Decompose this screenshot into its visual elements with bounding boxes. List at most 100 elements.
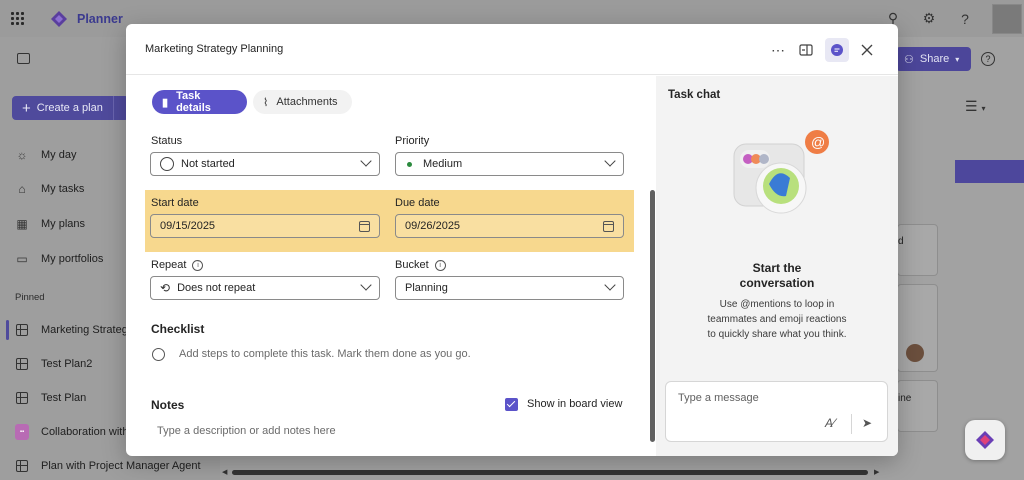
- pinned-plan-item[interactable]: Marketing Strategy: [15, 320, 133, 340]
- copilot-button[interactable]: [965, 420, 1005, 460]
- sidebar-item-my-day[interactable]: ☼ My day: [15, 145, 77, 165]
- show-in-board-label: Show in board view: [527, 398, 623, 410]
- priority-value: Medium: [423, 158, 463, 170]
- repeat-icon: ⟲: [160, 281, 171, 295]
- checklist-add-circle-icon[interactable]: [152, 348, 165, 361]
- selected-indicator: [6, 320, 9, 340]
- pinned-section-label: Pinned: [15, 292, 45, 303]
- tab-task-details[interactable]: ▮ Task details: [152, 90, 247, 114]
- chevron-down-icon: [604, 155, 616, 167]
- calendar-icon[interactable]: [359, 221, 370, 232]
- chevron-down-icon: [604, 279, 616, 291]
- pinned-plan-label: Plan with Project Manager Agent: [41, 460, 201, 472]
- folder-icon: ▭: [16, 252, 28, 266]
- collapse-sidebar-icon[interactable]: [17, 53, 30, 64]
- chat-empty-title: Start the conversation: [739, 261, 815, 290]
- tab-attachments[interactable]: ⌇ Attachments: [253, 90, 352, 114]
- calendar-icon[interactable]: [603, 221, 614, 232]
- chat-empty-description: Use @mentions to loop in teammates and e…: [707, 299, 847, 340]
- plan-grid-icon: [15, 357, 29, 371]
- due-date-input[interactable]: 09/26/2025: [395, 214, 624, 238]
- sun-icon: ☼: [16, 148, 28, 162]
- paperclip-icon: ⌇: [263, 96, 269, 109]
- info-icon[interactable]: i: [434, 259, 446, 271]
- notes-input[interactable]: Type a description or add notes here: [157, 425, 336, 437]
- person-add-icon: ⚇: [904, 53, 914, 66]
- task-details-pane: ▮ Task details ⌇ Attachments Status Not …: [126, 76, 656, 456]
- status-value: Not started: [181, 158, 235, 170]
- sidebar-item-my-plans[interactable]: ▦ My plans: [15, 214, 85, 234]
- task-title: Marketing Strategy Planning: [145, 43, 284, 55]
- chat-illustration: @: [726, 126, 836, 226]
- side-panel-icon[interactable]: [794, 38, 818, 62]
- bucket-label-text: Bucket: [395, 259, 429, 271]
- plan-help-icon[interactable]: ?: [981, 52, 995, 66]
- sidebar-item-my-portfolios[interactable]: ▭ My portfolios: [15, 249, 103, 269]
- pinned-plan-item[interactable]: ▪▪ Collaboration with: [15, 422, 128, 442]
- priority-dropdown[interactable]: Medium: [395, 152, 624, 176]
- sidebar-item-label: My plans: [41, 218, 86, 230]
- horizontal-scrollbar[interactable]: [232, 470, 868, 475]
- board-card[interactable]: [897, 380, 938, 432]
- create-plan-button[interactable]: + Create a plan: [12, 96, 129, 120]
- message-composer: A⁄ ➤: [665, 381, 888, 442]
- board-card[interactable]: [897, 224, 938, 276]
- sidebar-item-label: My portfolios: [41, 253, 104, 265]
- copilot-icon: [976, 431, 994, 449]
- board-card-text: ine: [898, 393, 912, 404]
- checklist-add-input[interactable]: Add steps to complete this task. Mark th…: [179, 348, 471, 360]
- pinned-plan-item[interactable]: Plan with Project Manager Agent: [15, 456, 201, 476]
- pinned-plan-label: Test Plan: [41, 392, 87, 404]
- svg-text:@: @: [811, 134, 825, 150]
- task-chat-pane: Task chat @ Start the conversation Use @…: [656, 76, 898, 456]
- start-date-value: 09/15/2025: [160, 220, 216, 232]
- tab-label: Attachments: [276, 96, 338, 108]
- help-icon[interactable]: ?: [956, 10, 974, 28]
- repeat-label-text: Repeat: [151, 259, 187, 271]
- board-card-text: d: [898, 236, 904, 247]
- info-icon[interactable]: i: [192, 259, 204, 271]
- repeat-dropdown[interactable]: ⟲ Does not repeat: [150, 276, 380, 300]
- chevron-down-icon: [360, 155, 372, 167]
- chevron-down-icon: [360, 279, 372, 291]
- close-icon[interactable]: [855, 38, 879, 62]
- plus-icon: +: [22, 99, 31, 117]
- chevron-down-icon: ▾: [955, 54, 960, 64]
- pinned-plan-label: Collaboration with: [41, 426, 129, 438]
- sidebar-item-my-tasks[interactable]: ⌂ My tasks: [15, 179, 84, 199]
- bucket-label: Bucket i: [395, 259, 446, 271]
- user-avatar[interactable]: [992, 3, 1022, 34]
- assignee-avatar: [906, 344, 924, 362]
- bucket-dropdown[interactable]: Planning: [395, 276, 624, 300]
- send-icon[interactable]: ➤: [862, 416, 872, 430]
- due-date-value: 09/26/2025: [405, 220, 461, 232]
- format-text-icon[interactable]: A⁄: [825, 416, 835, 430]
- chat-title: Task chat: [668, 89, 721, 101]
- composer-divider: [851, 414, 852, 434]
- chat-toggle-button[interactable]: [825, 38, 849, 62]
- show-in-board-checkbox[interactable]: [505, 398, 518, 411]
- priority-dot-icon: [407, 161, 412, 167]
- planner-logo: [50, 10, 68, 28]
- more-options-icon[interactable]: ⋯: [766, 38, 790, 62]
- sidebar-item-label: My day: [41, 149, 77, 161]
- app-name: Planner: [77, 11, 123, 26]
- pinned-plan-item[interactable]: Test Plan2: [15, 354, 92, 374]
- message-input[interactable]: [678, 392, 878, 404]
- plan-grid-icon: [15, 391, 29, 405]
- status-label: Status: [151, 135, 183, 147]
- scroll-right-arrow[interactable]: ▶: [874, 468, 879, 476]
- status-circle-icon: [160, 157, 174, 171]
- share-button[interactable]: ⚇ Share ▾: [896, 47, 971, 71]
- details-scrollbar[interactable]: [650, 190, 655, 442]
- pinned-plan-item[interactable]: Test Plan: [15, 388, 86, 408]
- scroll-left-arrow[interactable]: ◀: [222, 468, 227, 476]
- status-dropdown[interactable]: Not started: [150, 152, 380, 176]
- gear-icon[interactable]: ⚙: [920, 10, 938, 28]
- view-options-icon[interactable]: ☰ ▾: [965, 98, 985, 115]
- share-label: Share: [919, 53, 950, 65]
- task-dialog: Marketing Strategy Planning ⋯ ▮ Task det…: [126, 24, 898, 456]
- grid-icon: ▦: [16, 217, 28, 231]
- start-date-input[interactable]: 09/15/2025: [150, 214, 380, 238]
- app-launcher-icon[interactable]: [11, 11, 25, 26]
